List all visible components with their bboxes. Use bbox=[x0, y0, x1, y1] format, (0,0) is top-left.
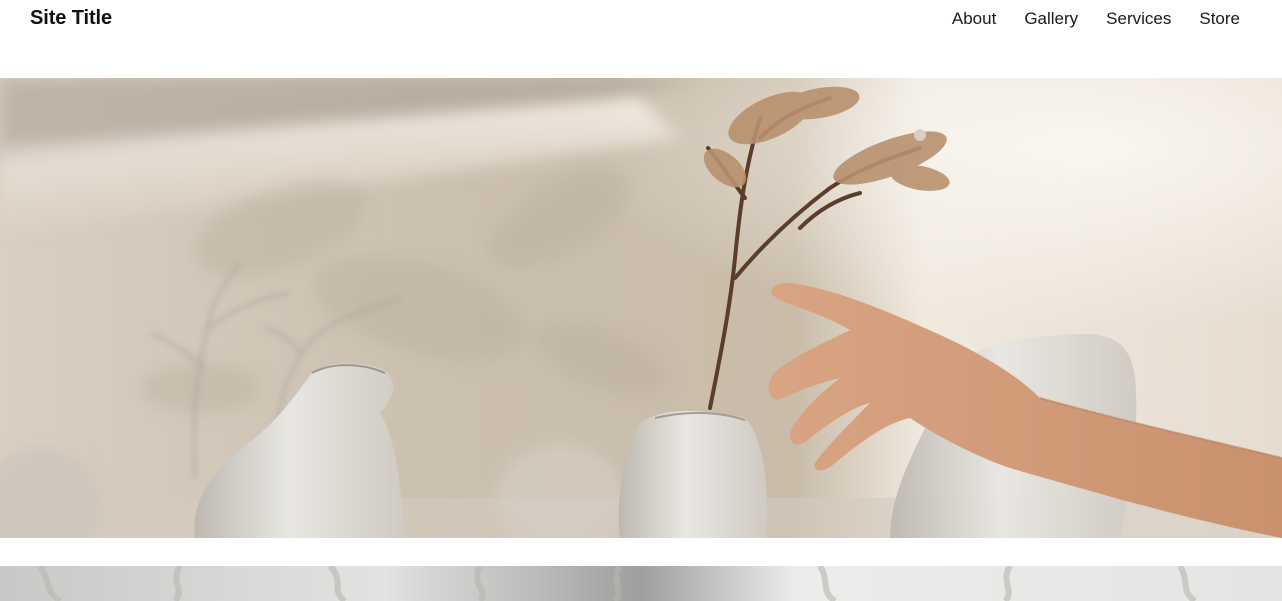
hero-image bbox=[0, 78, 1282, 538]
fabric-photo-illustration bbox=[0, 566, 1282, 601]
nav-link-about[interactable]: About bbox=[952, 9, 996, 29]
site-title-link[interactable]: Site Title bbox=[30, 7, 112, 30]
nav-link-gallery[interactable]: Gallery bbox=[1024, 9, 1078, 29]
main-nav: About Gallery Services Store bbox=[952, 9, 1240, 29]
nav-link-store[interactable]: Store bbox=[1199, 9, 1240, 29]
nav-link-services[interactable]: Services bbox=[1106, 9, 1171, 29]
hero-photo-illustration bbox=[0, 78, 1282, 538]
secondary-image bbox=[0, 566, 1282, 601]
site-header: Site Title About Gallery Services Store bbox=[0, 0, 1282, 40]
